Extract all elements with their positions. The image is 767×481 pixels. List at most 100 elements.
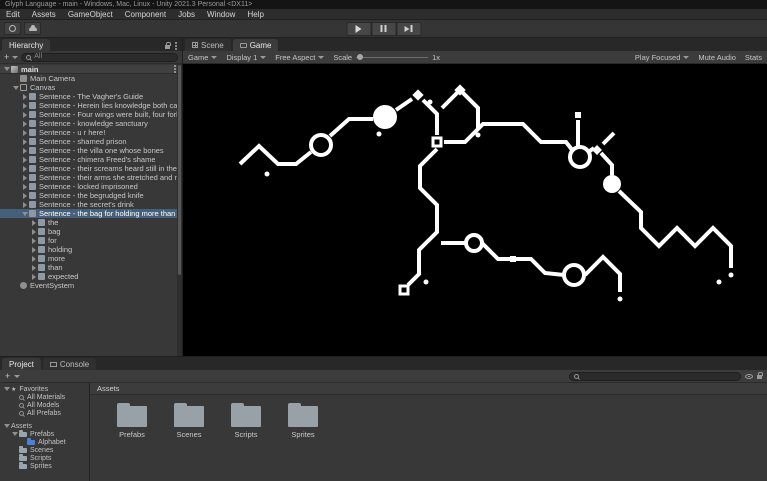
hierarchy-item-bag[interactable]: bag [0,227,182,236]
scale-slider-track[interactable] [356,57,428,58]
expander-icon[interactable] [23,130,27,136]
hierarchy-item-sentence-shamed-prison[interactable]: Sentence - shamed prison [0,137,182,146]
hierarchy-item-than[interactable]: than [0,263,182,272]
hierarchy-item-sentence-the-vagher-s-guide[interactable]: Sentence - The Vagher's Guide [0,92,182,101]
hierarchy-item-sentence-the-secret-s-drink[interactable]: Sentence - the secret's drink [0,200,182,209]
expander-icon[interactable] [23,184,27,190]
tab-scene[interactable]: Scene [185,39,231,51]
hierarchy-item-main[interactable]: main [0,65,182,74]
expander-icon[interactable] [23,121,27,127]
aspect-ratio-dropdown[interactable]: Free Aspect [275,53,324,62]
project-tree-item-sprites[interactable]: Sprites [0,462,89,470]
hierarchy-item-sentence-locked-imprisoned[interactable]: Sentence - locked imprisoned [0,182,182,191]
play-focused-dropdown[interactable]: Play Focused [635,53,689,62]
expander-icon[interactable] [32,220,36,226]
menu-assets[interactable]: Assets [26,10,62,19]
expander-icon[interactable] [4,67,10,71]
expander-icon[interactable] [32,238,36,244]
play-button[interactable] [346,22,371,36]
expander-icon[interactable] [23,157,27,163]
pause-button[interactable] [371,22,396,36]
project-tree-item-scenes[interactable]: Scenes [0,446,89,454]
menu-window[interactable]: Window [201,10,241,19]
project-tree-item-all-prefabs[interactable]: All Prefabs [0,409,89,417]
tab-console[interactable]: Console [43,358,96,370]
hierarchy-item-expected[interactable]: expected [0,272,182,281]
expander-icon[interactable] [23,202,27,208]
tab-hierarchy[interactable]: Hierarchy [2,39,50,51]
hierarchy-search-input[interactable]: All [21,53,178,62]
hierarchy-item-for[interactable]: for [0,236,182,245]
hierarchy-item-canvas[interactable]: Canvas [0,83,182,92]
hierarchy-item-sentence-knowledge-sanctuary[interactable]: Sentence - knowledge sanctuary [0,119,182,128]
expander-icon[interactable] [13,86,19,90]
menu-gameobject[interactable]: GameObject [62,10,119,19]
create-object-button[interactable]: + [4,53,9,62]
project-tree-item-prefabs[interactable]: Prefabs [0,430,89,438]
project-tree-item-alphabet[interactable]: Alphabet [0,438,89,446]
lock-icon[interactable] [165,45,170,49]
hierarchy-item-eventsystem[interactable]: EventSystem [0,281,182,290]
tab-game[interactable]: Game [233,39,279,51]
hierarchy-item-holding[interactable]: holding [0,245,182,254]
version-control-button[interactable] [4,22,21,35]
panel-menu-icon[interactable] [175,45,177,47]
step-button[interactable] [396,22,421,36]
hierarchy-item-sentence-the-villa-one-whose-bones[interactable]: Sentence - the villa one whose bones [0,146,182,155]
scene-options-icon[interactable] [174,68,176,70]
menu-help[interactable]: Help [241,10,269,19]
hierarchy-item-sentence-their-arms-she-stretched-and-me[interactable]: Sentence - their arms she stretched and … [0,173,182,182]
scale-slider-thumb[interactable] [357,54,363,60]
chevron-down-icon[interactable] [14,375,20,378]
project-tree-item-assets[interactable]: Assets [0,422,89,430]
expander-icon[interactable] [4,387,10,391]
mute-audio-toggle[interactable]: Mute Audio [698,53,736,62]
menu-jobs[interactable]: Jobs [172,10,201,19]
expander-icon[interactable] [23,193,27,199]
project-tree-item-all-materials[interactable]: All Materials [0,393,89,401]
project-search-input[interactable] [582,373,736,380]
project-tree-item-favorites[interactable]: Favorites [0,385,89,393]
lock-icon[interactable] [757,375,762,379]
expander-icon[interactable] [23,175,27,181]
hierarchy-item-sentence-the-begrudged-knife[interactable]: Sentence - the begrudged knife [0,191,182,200]
game-canvas[interactable] [183,64,767,356]
hierarchy-item-sentence-their-screams-heard-still-in-th[interactable]: Sentence - their screams heard still in … [0,164,182,173]
menu-component[interactable]: Component [119,10,172,19]
visibility-icon[interactable] [745,374,753,379]
hierarchy-item-sentence-the-bag-for-holding-more-than-e[interactable]: Sentence - the bag for holding more than… [0,209,182,218]
expander-icon[interactable] [23,166,27,172]
hierarchy-item-the[interactable]: the [0,218,182,227]
expander-icon[interactable] [23,94,27,100]
expander-icon[interactable] [22,212,28,216]
hierarchy-item-more[interactable]: more [0,254,182,263]
expander-icon[interactable] [23,103,27,109]
game-mode-dropdown[interactable]: Game [188,53,217,62]
tab-project[interactable]: Project [2,358,41,370]
cloud-services-button[interactable] [24,22,41,35]
project-tree-item-scripts[interactable]: Scripts [0,454,89,462]
expander-icon[interactable] [32,265,36,271]
expander-icon[interactable] [32,256,36,262]
expander-icon[interactable] [23,148,27,154]
hierarchy-item-sentence-chimera-freed-s-shame[interactable]: Sentence - chimera Freed's shame [0,155,182,164]
hierarchy-scrollbar[interactable] [177,64,182,356]
folder-item-scripts[interactable]: Scripts [224,402,268,439]
hierarchy-item-sentence-four-wings-were-built-four-forb[interactable]: Sentence - Four wings were built, four f… [0,110,182,119]
stats-toggle[interactable]: Stats [745,53,762,62]
chevron-down-icon[interactable] [12,56,18,59]
add-asset-button[interactable]: + [5,372,10,381]
menu-edit[interactable]: Edit [0,10,26,19]
expander-icon[interactable] [23,112,27,118]
expander-icon[interactable] [32,247,36,253]
expander-icon[interactable] [4,424,10,428]
folder-item-scenes[interactable]: Scenes [167,402,211,439]
expander-icon[interactable] [12,432,18,436]
hierarchy-item-sentence-herein-lies-knowledge-both-carr[interactable]: Sentence - Herein lies knowledge both ca… [0,101,182,110]
folder-item-prefabs[interactable]: Prefabs [110,402,154,439]
project-tree-item-all-models[interactable]: All Models [0,401,89,409]
display-dropdown[interactable]: Display 1 [226,53,266,62]
expander-icon[interactable] [32,274,36,280]
hierarchy-item-sentence-u-r-here[interactable]: Sentence - u r here! [0,128,182,137]
hierarchy-item-main-camera[interactable]: Main Camera [0,74,182,83]
